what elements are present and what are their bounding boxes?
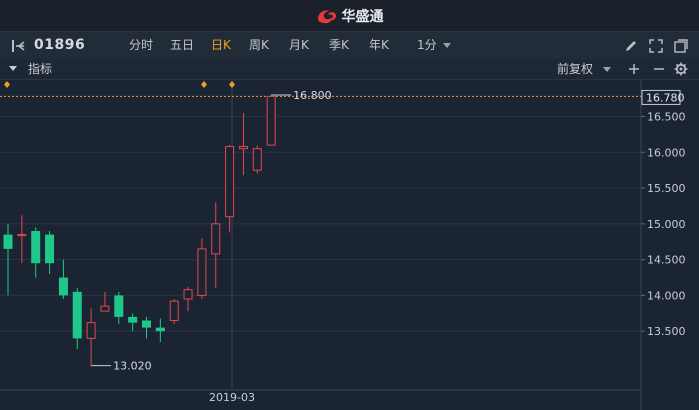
date-label: 2019-03 bbox=[209, 391, 255, 404]
candle-body bbox=[169, 300, 179, 321]
tab-five-day[interactable]: 五日 bbox=[170, 32, 194, 59]
candle-body bbox=[45, 234, 55, 264]
low-price-label: 13.020 bbox=[113, 360, 152, 373]
candle-body bbox=[238, 146, 248, 150]
tab-fenshi[interactable]: 分时 bbox=[129, 32, 153, 59]
app-header: 华盛通 bbox=[0, 0, 699, 31]
pen-icon[interactable] bbox=[622, 32, 640, 59]
high-price-label: 16.800 bbox=[293, 89, 332, 102]
price-tick-label: 16.000 bbox=[647, 146, 686, 159]
adjust-dropdown[interactable]: 前复权 bbox=[557, 59, 612, 79]
fullscreen-icon[interactable] bbox=[647, 32, 665, 59]
candle-body bbox=[142, 320, 151, 328]
candle-body bbox=[31, 231, 41, 264]
minute-period-dropdown[interactable]: 1分 bbox=[417, 32, 451, 59]
price-tick-label: 14.000 bbox=[647, 289, 686, 302]
tab-year-k[interactable]: 年K bbox=[369, 32, 389, 59]
candle-body bbox=[155, 327, 165, 332]
price-tick-label: 13.500 bbox=[647, 325, 686, 338]
candle-body bbox=[3, 234, 13, 249]
adjust-label: 前复权 bbox=[557, 62, 594, 76]
window-icon[interactable] bbox=[672, 32, 690, 59]
candle-body bbox=[197, 248, 207, 296]
tab-week-k[interactable]: 周K bbox=[249, 32, 269, 59]
chart-toolbar: 01896 分时 五日 日K 周K 月K 季K 年K 1分 bbox=[0, 31, 699, 60]
price-tick-label: 14.500 bbox=[647, 254, 686, 267]
price-tick-label: 15.000 bbox=[647, 218, 686, 231]
candle-body bbox=[114, 295, 124, 317]
candle-body bbox=[211, 223, 221, 255]
price-tick-label: 16.500 bbox=[647, 110, 686, 123]
candle-body bbox=[58, 277, 68, 296]
tab-quarter-k[interactable]: 季K bbox=[329, 32, 349, 59]
last-price-label: 16.780 bbox=[646, 91, 685, 104]
candlestick-chart: 16.500 16.000 15.500 15.000 14.500 14.000 13.5… bbox=[0, 80, 699, 410]
gear-icon[interactable] bbox=[673, 59, 689, 79]
candle-body bbox=[266, 95, 276, 146]
indicator-label[interactable]: 指标 bbox=[28, 59, 52, 79]
candle-body bbox=[86, 322, 96, 339]
tab-month-k[interactable]: 月K bbox=[289, 32, 309, 59]
chevron-down-icon bbox=[442, 43, 451, 48]
chevron-down-icon bbox=[603, 67, 612, 72]
chevron-down-icon[interactable] bbox=[9, 66, 17, 71]
panel-toggle-icon[interactable] bbox=[8, 32, 30, 59]
price-tick-label: 15.500 bbox=[647, 182, 686, 195]
huasheng-logo-icon bbox=[317, 9, 336, 23]
tab-day-k[interactable]: 日K bbox=[211, 32, 231, 59]
stock-code: 01896 bbox=[34, 37, 86, 53]
minus-icon[interactable] bbox=[651, 59, 667, 79]
plus-icon[interactable] bbox=[626, 59, 642, 79]
candle-body bbox=[17, 234, 27, 237]
candle-body bbox=[72, 291, 82, 339]
minute-period-label: 1分 bbox=[417, 38, 437, 52]
candle-body bbox=[183, 289, 193, 300]
candle-body bbox=[128, 316, 138, 323]
candle-body bbox=[100, 305, 110, 312]
last-price-tag: 16.780 bbox=[641, 89, 685, 105]
brand-logo: 华盛通 bbox=[316, 6, 384, 26]
indicator-bar: 指标 前复权 bbox=[0, 59, 699, 80]
brand-name: 华盛通 bbox=[341, 8, 384, 25]
candle-body bbox=[225, 146, 235, 218]
candle-body bbox=[252, 148, 262, 171]
